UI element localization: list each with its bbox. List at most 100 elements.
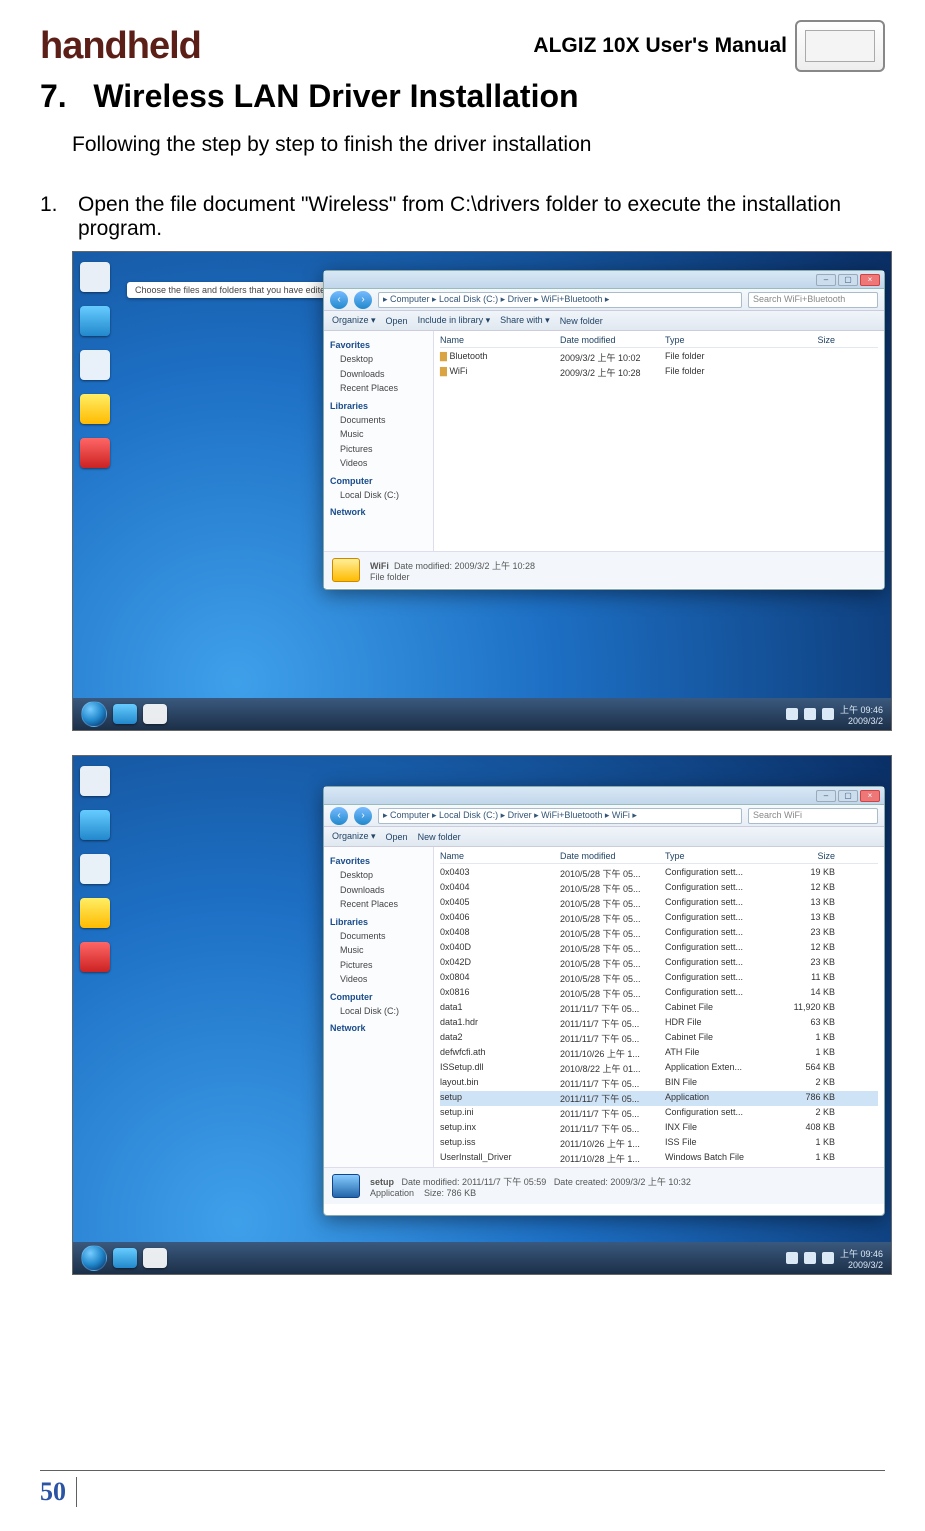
- sidebar-group[interactable]: Libraries: [330, 915, 427, 929]
- file-row[interactable]: 0x08162010/5/28 下午 05...Configuration se…: [440, 986, 878, 1001]
- column-headers[interactable]: Name Date modified Type Size: [440, 851, 878, 864]
- desktop-icon[interactable]: [80, 394, 110, 424]
- start-button[interactable]: [81, 701, 107, 727]
- file-row[interactable]: data12011/11/7 下午 05...Cabinet File11,92…: [440, 1001, 878, 1016]
- sidebar-item[interactable]: Downloads: [340, 883, 427, 897]
- file-row[interactable]: 0x04042010/5/28 下午 05...Configuration se…: [440, 881, 878, 896]
- back-button[interactable]: ‹: [330, 291, 348, 309]
- file-row[interactable]: data1.hdr2011/11/7 下午 05...HDR File63 KB: [440, 1016, 878, 1031]
- desktop-icon[interactable]: [80, 810, 110, 840]
- col-name[interactable]: Name: [440, 335, 560, 345]
- desktop-icon[interactable]: [80, 942, 110, 972]
- column-headers[interactable]: Name Date modified Type Size: [440, 335, 878, 348]
- file-row[interactable]: 0x04052010/5/28 下午 05...Configuration se…: [440, 896, 878, 911]
- sidebar-group[interactable]: Computer: [330, 990, 427, 1004]
- sidebar-item[interactable]: Documents: [340, 929, 427, 943]
- toolbar-item[interactable]: New folder: [418, 832, 461, 842]
- sidebar-item[interactable]: Videos: [340, 456, 427, 470]
- col-date[interactable]: Date modified: [560, 335, 665, 345]
- col-size[interactable]: Size: [785, 851, 835, 861]
- file-row[interactable]: 0x04082010/5/28 下午 05...Configuration se…: [440, 926, 878, 941]
- forward-button[interactable]: ›: [354, 291, 372, 309]
- file-row[interactable]: setup.iss2011/10/26 上午 1...ISS File1 KB: [440, 1136, 878, 1151]
- file-row[interactable]: data22011/11/7 下午 05...Cabinet File1 KB: [440, 1031, 878, 1046]
- toolbar-item[interactable]: Organize ▾: [332, 831, 376, 842]
- tray-icon[interactable]: [786, 1252, 798, 1264]
- col-type[interactable]: Type: [665, 335, 785, 345]
- desktop-icon[interactable]: [80, 306, 110, 336]
- sidebar-item[interactable]: Music: [340, 943, 427, 957]
- file-row[interactable]: setup.ini2011/11/7 下午 05...Configuration…: [440, 1106, 878, 1121]
- tray-icon[interactable]: [822, 708, 834, 720]
- maximize-button[interactable]: ▢: [838, 790, 858, 802]
- back-button[interactable]: ‹: [330, 807, 348, 825]
- file-row[interactable]: 0x08042010/5/28 下午 05...Configuration se…: [440, 971, 878, 986]
- sidebar-item[interactable]: Local Disk (C:): [340, 1004, 427, 1018]
- tray-icon[interactable]: [822, 1252, 834, 1264]
- tray-icon[interactable]: [804, 1252, 816, 1264]
- col-size[interactable]: Size: [785, 335, 835, 345]
- close-button[interactable]: ×: [860, 274, 880, 286]
- toolbar-item[interactable]: Include in library ▾: [418, 315, 491, 326]
- file-row[interactable]: ISSetup.dll2010/8/22 上午 01...Application…: [440, 1061, 878, 1076]
- desktop-icon[interactable]: [80, 898, 110, 928]
- taskbar-item[interactable]: [113, 1248, 137, 1268]
- sidebar-item[interactable]: Desktop: [340, 868, 427, 882]
- file-row[interactable]: layout.bin2011/11/7 下午 05...BIN File2 KB: [440, 1076, 878, 1091]
- desktop-icon[interactable]: [80, 262, 110, 292]
- file-row[interactable]: 0x042D2010/5/28 下午 05...Configuration se…: [440, 956, 878, 971]
- clock[interactable]: 上午 09:46 2009/3/2: [840, 1247, 883, 1270]
- minimize-button[interactable]: –: [816, 790, 836, 802]
- sidebar-group[interactable]: Network: [330, 505, 427, 519]
- file-row[interactable]: 0x040D2010/5/28 下午 05...Configuration se…: [440, 941, 878, 956]
- address-bar[interactable]: ▸ Computer ▸ Local Disk (C:) ▸ Driver ▸ …: [378, 808, 742, 824]
- close-button[interactable]: ×: [860, 790, 880, 802]
- col-type[interactable]: Type: [665, 851, 785, 861]
- address-bar[interactable]: ▸ Computer ▸ Local Disk (C:) ▸ Driver ▸ …: [378, 292, 742, 308]
- tray-icon[interactable]: [786, 708, 798, 720]
- toolbar-item[interactable]: New folder: [560, 316, 603, 326]
- sidebar-group[interactable]: Favorites: [330, 854, 427, 868]
- file-row[interactable]: defwfcfi.ath2011/10/26 上午 1...ATH File1 …: [440, 1046, 878, 1061]
- file-row[interactable]: ▇ WiFi2009/3/2 上午 10:28File folder: [440, 365, 878, 380]
- forward-button[interactable]: ›: [354, 807, 372, 825]
- sidebar-group[interactable]: Network: [330, 1021, 427, 1035]
- sidebar-item[interactable]: Downloads: [340, 367, 427, 381]
- sidebar-group[interactable]: Favorites: [330, 338, 427, 352]
- minimize-button[interactable]: –: [816, 274, 836, 286]
- toolbar-item[interactable]: Open: [386, 316, 408, 326]
- taskbar-item[interactable]: [143, 704, 167, 724]
- search-box[interactable]: Search WiFi: [748, 808, 878, 824]
- sidebar-item[interactable]: Pictures: [340, 958, 427, 972]
- desktop-icon[interactable]: [80, 854, 110, 884]
- sidebar-group[interactable]: Libraries: [330, 399, 427, 413]
- col-name[interactable]: Name: [440, 851, 560, 861]
- desktop-icon[interactable]: [80, 438, 110, 468]
- desktop-icon[interactable]: [80, 766, 110, 796]
- toolbar-item[interactable]: Organize ▾: [332, 315, 376, 326]
- system-tray[interactable]: 上午 09:46 2009/3/2: [786, 703, 883, 726]
- sidebar-item[interactable]: Videos: [340, 972, 427, 986]
- sidebar-item[interactable]: Local Disk (C:): [340, 488, 427, 502]
- file-row[interactable]: 0x04032010/5/28 下午 05...Configuration se…: [440, 866, 878, 881]
- desktop-icon[interactable]: [80, 350, 110, 380]
- start-button[interactable]: [81, 1245, 107, 1271]
- sidebar-group[interactable]: Computer: [330, 474, 427, 488]
- sidebar-item[interactable]: Desktop: [340, 352, 427, 366]
- sidebar-item[interactable]: Recent Places: [340, 897, 427, 911]
- taskbar-item[interactable]: [143, 1248, 167, 1268]
- file-row[interactable]: setup2011/11/7 下午 05...Application786 KB: [440, 1091, 878, 1106]
- col-date[interactable]: Date modified: [560, 851, 665, 861]
- maximize-button[interactable]: ▢: [838, 274, 858, 286]
- file-row[interactable]: ▇ Bluetooth2009/3/2 上午 10:02File folder: [440, 350, 878, 365]
- toolbar-item[interactable]: Open: [386, 832, 408, 842]
- taskbar-item[interactable]: [113, 704, 137, 724]
- toolbar-item[interactable]: Share with ▾: [500, 315, 550, 326]
- file-row[interactable]: UserInstall_Driver2011/10/28 上午 1...Wind…: [440, 1151, 878, 1166]
- system-tray[interactable]: 上午 09:46 2009/3/2: [786, 1247, 883, 1270]
- search-box[interactable]: Search WiFi+Bluetooth: [748, 292, 878, 308]
- sidebar-item[interactable]: Music: [340, 427, 427, 441]
- file-row[interactable]: 0x04062010/5/28 下午 05...Configuration se…: [440, 911, 878, 926]
- sidebar-item[interactable]: Pictures: [340, 442, 427, 456]
- sidebar-item[interactable]: Documents: [340, 413, 427, 427]
